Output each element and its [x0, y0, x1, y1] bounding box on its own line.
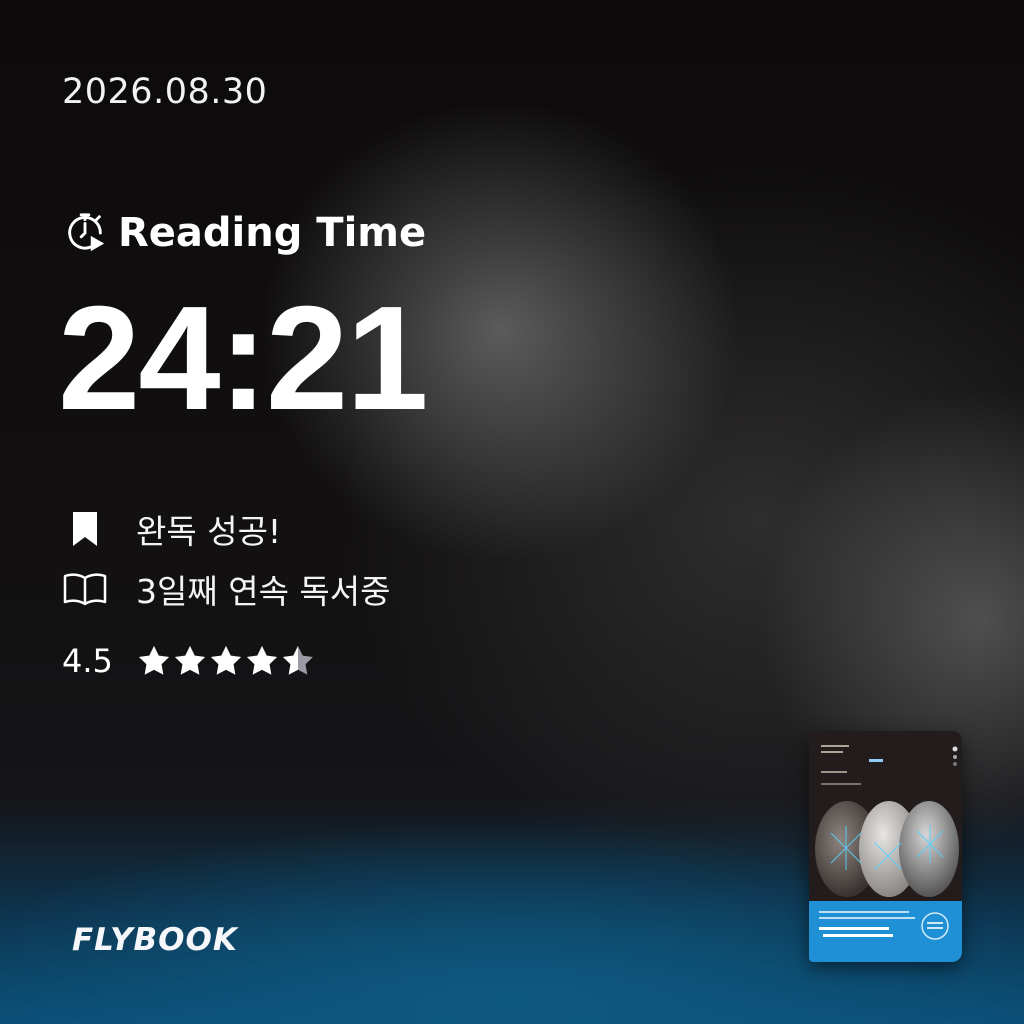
- open-book-icon: [62, 569, 108, 609]
- streak-text: 3일째 연속 독서중: [136, 572, 391, 611]
- reading-time-value: 24:21: [58, 276, 429, 441]
- bookmark-icon: [62, 509, 108, 549]
- flybook-logo: FLYBOOK: [72, 922, 238, 958]
- reading-time-header: Reading Time: [62, 210, 426, 256]
- rating: 4.5: [62, 642, 315, 680]
- timer-play-icon: [68, 213, 105, 252]
- completion-text: 완독 성공!: [136, 512, 282, 551]
- completion-stat: 완독 성공!: [62, 505, 281, 553]
- star-icon: [138, 646, 169, 675]
- star-rating: [137, 644, 315, 678]
- reading-time-label: Reading Time: [118, 210, 427, 256]
- rating-score: 4.5: [62, 642, 113, 680]
- star-icon: [246, 646, 277, 675]
- star-icon: [282, 646, 313, 675]
- streak-stat: 3일째 연속 독서중: [62, 565, 391, 613]
- star-icon: [174, 646, 205, 675]
- book-cover-image: [809, 731, 962, 962]
- star-icon: [210, 646, 241, 675]
- date-label: 2026.08.30: [62, 72, 268, 112]
